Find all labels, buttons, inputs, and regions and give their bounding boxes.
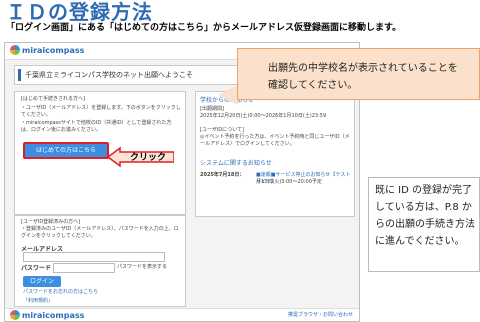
logo-icon [10,45,20,55]
forgot-password-link[interactable]: パスワードをお忘れの方はこちら [23,289,98,296]
footer-logo-text: miraicompass [22,310,85,320]
system-date: 2025年7月18日： [200,172,245,178]
login-heading: [ユーザID登録済みの方へ] [21,219,81,225]
first-time-line1: ・ユーザID（メールアドレス）を登録します。下のボタンをクリックしてください。 [21,105,181,118]
logo: miraicompass [10,45,84,55]
logo-text: miraicompass [22,45,85,55]
school-bar [18,69,21,81]
first-time-heading: [はじめて手続きされる方へ] [21,96,85,102]
footer-logo-icon [10,310,20,320]
school-name: 千葉県立ミライコンパス学校のネット出願へようこそ [25,71,193,79]
callout-line1: 出願先の中学校名が表示されていることを [268,63,458,74]
callout-pointer [218,85,238,105]
login-panel: [ユーザID登録済みの方へ] ・登録済みのユーザID（メールアドレス）、パスワー… [14,215,186,307]
first-time-line2: ・miraicompassサイトで他校のID（共通ID）として登録された方は、ロ… [21,120,172,133]
footer: miraicompass 推奨ブラウザ・お問い合わせ [5,308,359,321]
notice-date: 2025年12月20日(土)0:00～2026年1月10日(土)23:59 [200,113,327,119]
footer-link[interactable]: 推奨ブラウザ・お問い合わせ [288,312,353,319]
userid-title: [ユーザIDについて] [200,127,244,133]
callout-box: 出願先の中学校名が表示されていることを 確認してください。 [237,48,480,100]
login-line1: ・登録済みのユーザID（メールアドレス）、パスワードを入力の上、ログインをクリッ… [21,226,179,239]
first-time-button[interactable]: はじめての方はこちら [23,142,109,159]
footer-logo: miraicompass [10,310,84,320]
click-label: クリック [130,153,167,163]
email-field[interactable] [23,252,165,262]
userid-text: ◎イベント予約を行った方は、イベント予約時と同じユーザID（メールアドレス）でロ… [200,134,350,147]
callout-text: 出願先の中学校名が表示されていることを 確認してください。 [268,60,468,94]
note-text: 既に ID の登録が完了している方は、P.8 からの出願の手続き方法に進んでくだ… [375,185,475,247]
login-button[interactable]: ログイン [23,276,61,287]
system-heading: システムに関するお知らせ [200,160,272,167]
password-field[interactable] [53,263,115,273]
note-box: 既に ID の登録が完了している方は、P.8 からの出願の手続き方法に進んでくだ… [368,177,480,272]
show-password[interactable]: パスワードを表示する [117,264,167,271]
system-time: 月13日(火)3:00～20:00予定 [256,179,322,185]
description: 「ログイン画面」にある「はじめての方はこちら」からメールアドレス仮登録画面に移動… [6,23,402,33]
callout-line2: 確認してください。 [268,80,358,91]
notice-panel: 学校からのお知らせ [出願期間] 2025年12月20日(土)0:00～2026… [195,91,355,217]
notice-title: [出願期間] [200,106,224,112]
password-label: パスワード [21,265,52,272]
terms-link[interactable]: 『利用規約』 [23,298,53,305]
